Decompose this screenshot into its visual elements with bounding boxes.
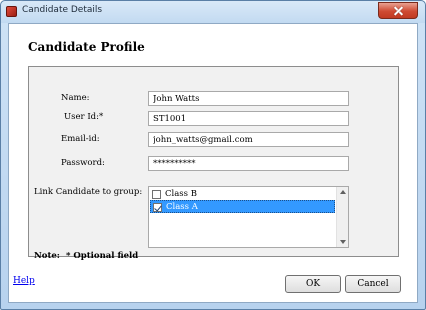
userid-field[interactable] xyxy=(148,111,349,126)
email-field[interactable] xyxy=(148,132,349,147)
email-label: Email-id: xyxy=(61,134,100,144)
password-field[interactable] xyxy=(148,156,349,171)
name-label: Name: xyxy=(61,93,90,103)
note-label: Note: xyxy=(34,251,60,261)
class-b-checkbox[interactable] xyxy=(152,190,161,199)
group-label: Link Candidate to group: xyxy=(34,187,143,197)
list-item-class-a[interactable]: Class A xyxy=(150,200,335,213)
class-b-label: Class B xyxy=(165,189,197,199)
scroll-down-icon[interactable] xyxy=(340,240,346,244)
password-label: Password: xyxy=(61,158,105,168)
ok-button[interactable]: OK xyxy=(285,275,341,293)
dialog-body: Candidate Profile Name: User Id:* Email-… xyxy=(8,23,418,303)
cancel-button[interactable]: Cancel xyxy=(345,275,401,293)
close-icon[interactable] xyxy=(378,2,418,19)
userid-label: User Id:* xyxy=(64,112,104,122)
class-a-checkbox[interactable] xyxy=(153,203,162,212)
class-a-label: Class A xyxy=(166,202,198,212)
name-field[interactable] xyxy=(148,91,349,106)
title-bar[interactable]: Candidate Details xyxy=(1,1,425,23)
help-link[interactable]: Help xyxy=(13,276,35,286)
page-title: Candidate Profile xyxy=(28,40,145,54)
window-title: Candidate Details xyxy=(22,5,103,15)
scroll-up-icon[interactable] xyxy=(340,190,346,194)
list-scrollbar[interactable] xyxy=(336,187,348,247)
dialog-window: Candidate Details Candidate Profile Name… xyxy=(0,0,426,310)
group-listbox[interactable]: Class B Class A xyxy=(148,186,349,248)
note-text: * Optional field xyxy=(66,251,139,261)
candidate-form-panel: Name: User Id:* Email-id: Password: Link… xyxy=(28,66,399,261)
app-icon xyxy=(6,6,17,17)
